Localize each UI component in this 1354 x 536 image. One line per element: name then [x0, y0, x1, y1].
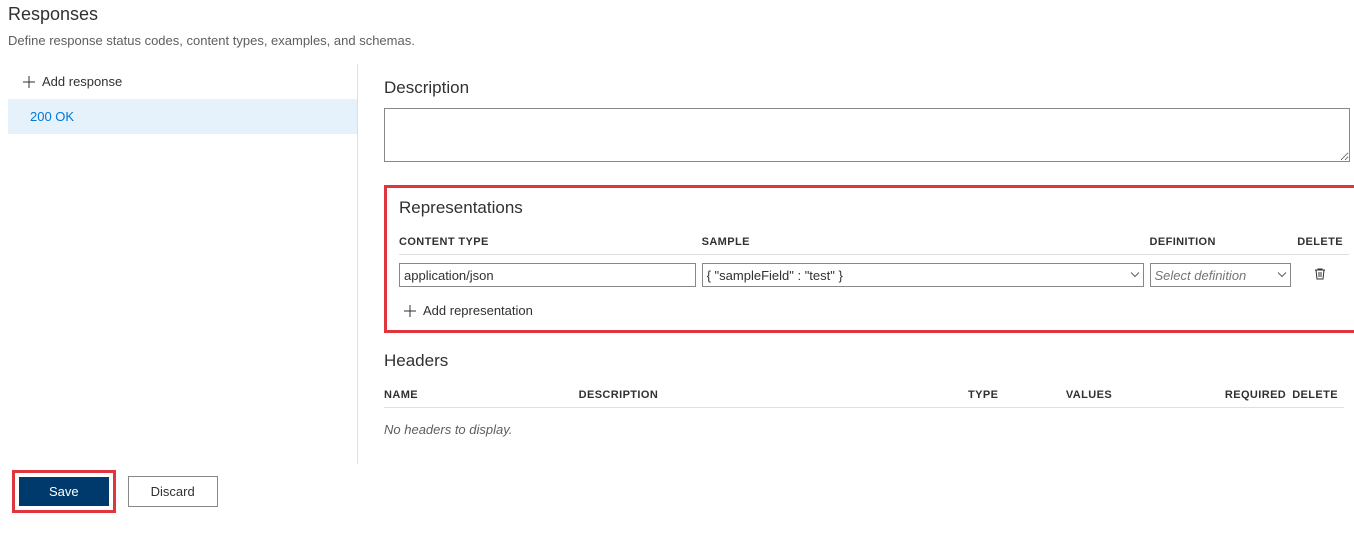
col-type: TYPE — [968, 381, 1066, 408]
content-type-input[interactable] — [399, 263, 696, 287]
representations-section: Representations CONTENT TYPE SAMPLE DEFI… — [384, 185, 1354, 333]
save-button[interactable]: Save — [19, 477, 109, 506]
delete-row-button[interactable] — [1311, 265, 1329, 286]
add-response-button[interactable]: Add response — [8, 68, 136, 95]
description-title: Description — [384, 78, 1354, 98]
representations-title: Representations — [399, 198, 1349, 218]
col-definition: DEFINITION — [1150, 228, 1298, 255]
add-representation-label: Add representation — [423, 303, 533, 318]
headers-title: Headers — [384, 351, 1354, 371]
col-content-type: CONTENT TYPE — [399, 228, 702, 255]
save-highlight-box: Save — [12, 470, 116, 513]
response-list-panel: Add response 200 OK — [8, 64, 358, 464]
col-name: NAME — [384, 381, 579, 408]
definition-select[interactable] — [1150, 263, 1292, 287]
col-hdelete: DELETE — [1292, 381, 1344, 408]
response-item-200[interactable]: 200 OK — [8, 99, 357, 134]
col-delete: DELETE — [1297, 228, 1349, 255]
add-response-label: Add response — [42, 74, 122, 89]
col-values: VALUES — [1066, 381, 1213, 408]
page-subtitle: Define response status codes, content ty… — [8, 33, 1346, 48]
representations-table: CONTENT TYPE SAMPLE DEFINITION DELETE — [399, 228, 1349, 295]
plus-icon — [22, 75, 36, 89]
discard-button[interactable]: Discard — [128, 476, 218, 507]
trash-icon — [1313, 269, 1327, 284]
plus-icon — [403, 304, 417, 318]
headers-table: NAME DESCRIPTION TYPE VALUES REQUIRED DE… — [384, 381, 1344, 408]
description-textarea[interactable] — [384, 108, 1350, 162]
add-representation-button[interactable]: Add representation — [399, 295, 537, 318]
table-row — [399, 255, 1349, 296]
col-sample: SAMPLE — [702, 228, 1150, 255]
col-required: REQUIRED — [1213, 381, 1293, 408]
page-title: Responses — [8, 4, 1346, 25]
sample-select[interactable] — [702, 263, 1144, 287]
col-description: DESCRIPTION — [579, 381, 968, 408]
headers-empty-message: No headers to display. — [384, 408, 1354, 451]
